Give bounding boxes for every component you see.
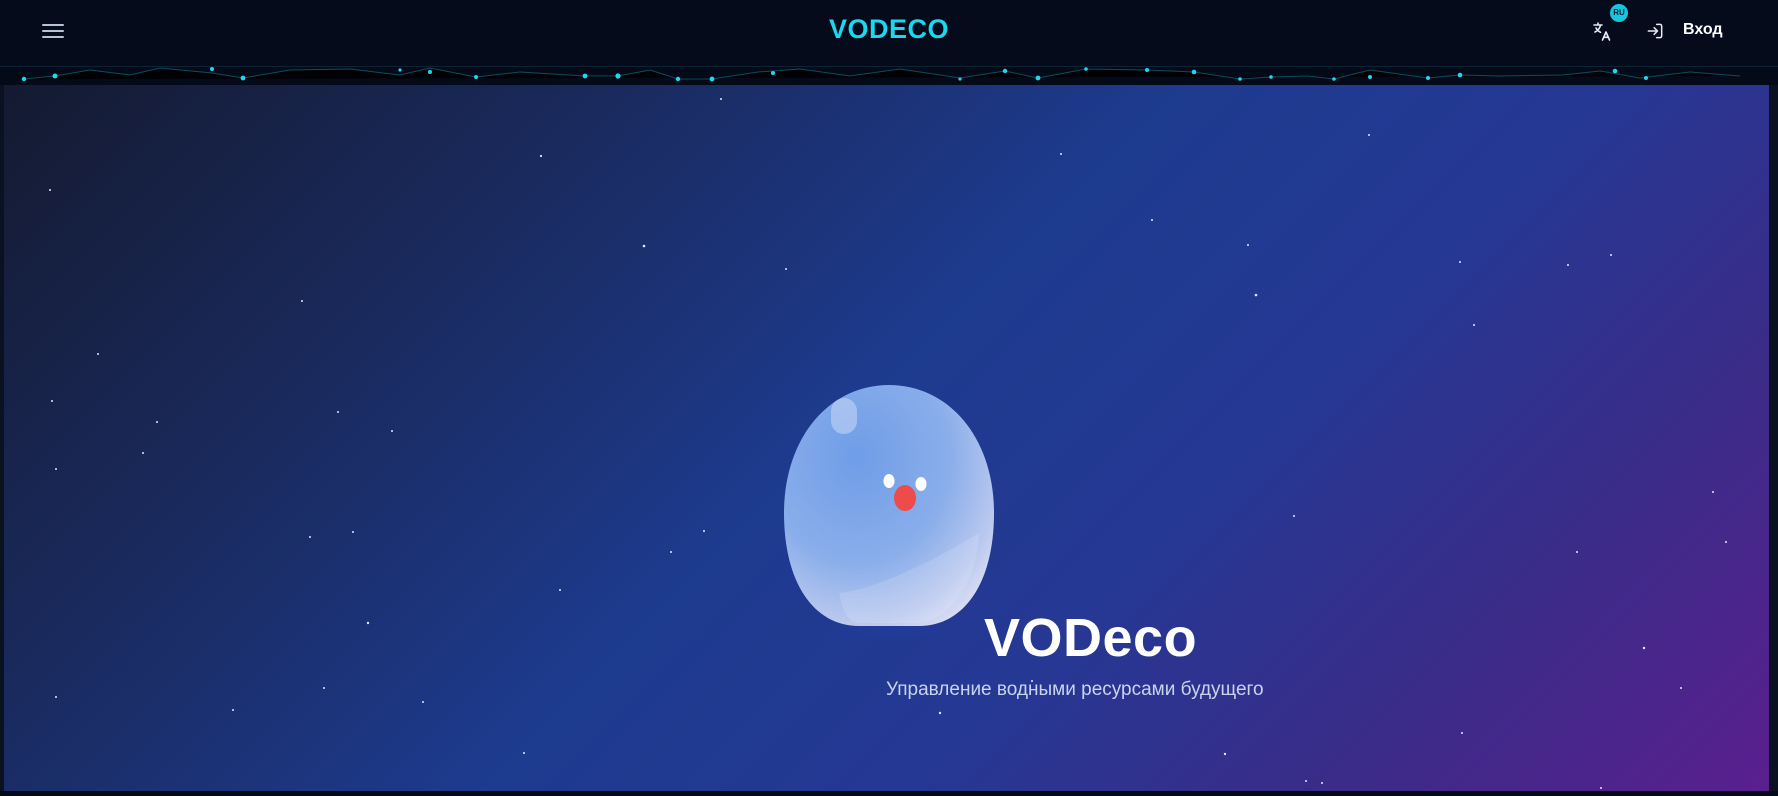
right-edge [1769,85,1778,791]
login-button[interactable]: Вход [1683,21,1723,39]
brand-logo[interactable]: VODECO [0,14,1778,45]
top-navigation-bar: VODECO RU Вход [0,0,1778,67]
hero-subtitle: Управление водными ресурсами будущего [886,679,1264,700]
language-badge: RU [1610,4,1628,22]
hero-section: VODeco Управление водными ресурсами буду… [4,85,1769,791]
hero-title: VODeco [984,608,1198,668]
translate-icon[interactable] [1590,20,1614,44]
network-decoration [21,67,1741,82]
sign-in-icon[interactable] [1645,21,1665,41]
water-drop-mascot [784,385,994,641]
